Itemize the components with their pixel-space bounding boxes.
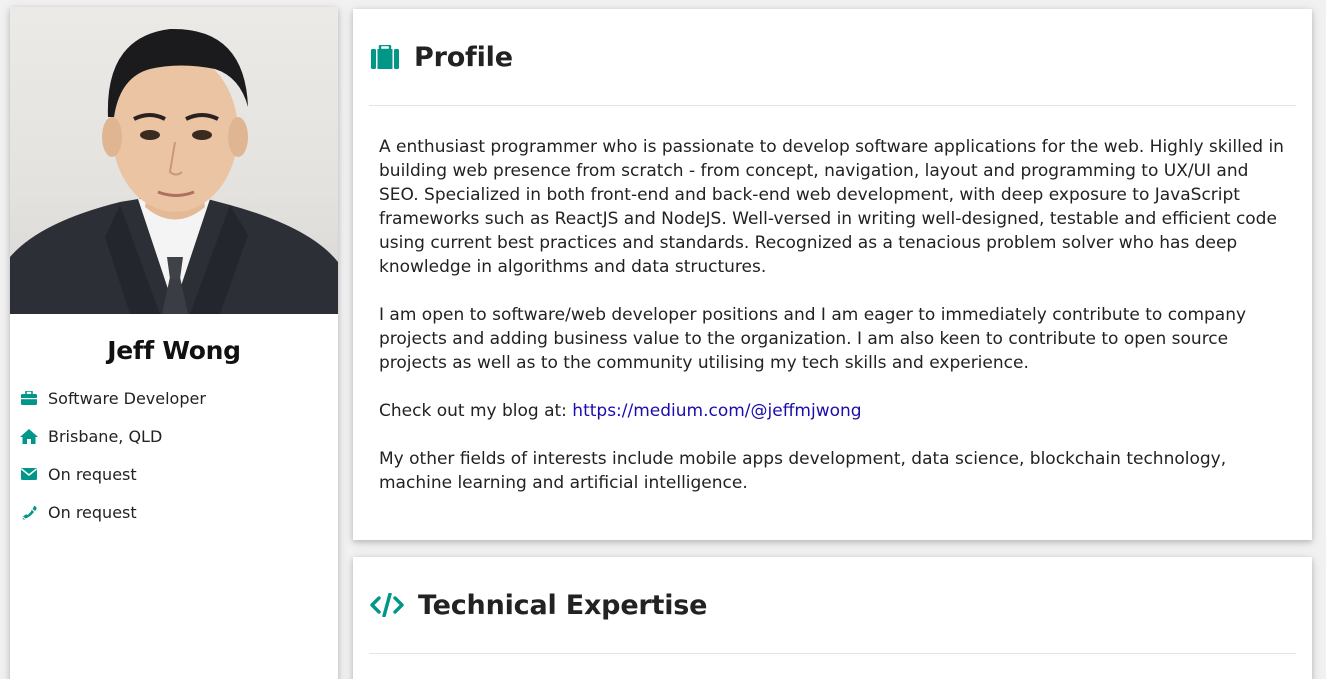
profile-section-header: Profile bbox=[369, 9, 1296, 106]
profile-section-card: Profile A enthusiast programmer who is p… bbox=[353, 9, 1312, 540]
profile-paragraph: My other fields of interests include mob… bbox=[379, 449, 1227, 493]
profile-sidebar-card: Jeff Wong Software Developer Brisbane, Q… bbox=[10, 7, 338, 679]
profile-photo bbox=[10, 7, 338, 314]
suitcase-icon bbox=[370, 42, 400, 72]
tech-section-title: Technical Expertise bbox=[418, 589, 708, 621]
blog-prefix: Check out my blog at: bbox=[379, 401, 573, 421]
tech-section-header: Technical Expertise bbox=[369, 557, 1296, 654]
resume-page: Jeff Wong Software Developer Brisbane, Q… bbox=[0, 0, 1326, 679]
profile-paragraph: A enthusiast programmer who is passionat… bbox=[379, 137, 1284, 277]
profile-section-body: A enthusiast programmer who is passionat… bbox=[353, 106, 1312, 495]
detail-job-title: Software Developer bbox=[20, 379, 338, 417]
detail-label: Software Developer bbox=[48, 388, 206, 408]
blog-link[interactable]: https://medium.com/@jeffmjwong bbox=[572, 401, 861, 421]
envelope-icon bbox=[20, 465, 38, 483]
detail-email: On request bbox=[20, 455, 338, 493]
code-icon bbox=[370, 590, 404, 620]
profile-name: Jeff Wong bbox=[107, 336, 241, 365]
detail-phone: On request bbox=[20, 493, 338, 531]
detail-label: Brisbane, QLD bbox=[48, 426, 163, 446]
profile-paragraph: I am open to software/web developer posi… bbox=[379, 305, 1247, 373]
detail-label: On request bbox=[48, 464, 137, 484]
blog-paragraph: Check out my blog at: https://medium.com… bbox=[379, 399, 1286, 423]
detail-location: Brisbane, QLD bbox=[20, 417, 338, 455]
detail-label: On request bbox=[48, 502, 137, 522]
tech-expertise-card: Technical Expertise bbox=[353, 557, 1312, 679]
phone-icon bbox=[20, 503, 38, 521]
contact-details-list: Software Developer Brisbane, QLD On requ… bbox=[10, 379, 338, 531]
home-icon bbox=[20, 427, 38, 445]
profile-section-title: Profile bbox=[414, 41, 513, 73]
briefcase-icon bbox=[20, 389, 38, 407]
